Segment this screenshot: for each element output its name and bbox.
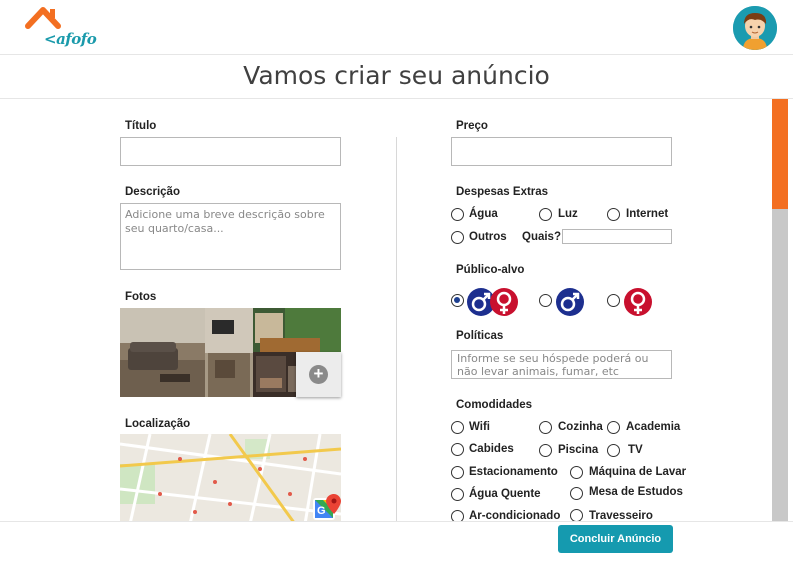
title-bar: Vamos criar seu anúncio <box>0 55 793 99</box>
male-icon <box>555 287 585 322</box>
politicas-label: Políticas <box>456 330 504 342</box>
concluir-anuncio-button[interactable]: Concluir Anúncio <box>558 525 673 553</box>
despesa-agua-radio[interactable] <box>451 208 464 221</box>
comodidade-academia-radio[interactable] <box>607 421 620 434</box>
comodidade-agua-quente-radio[interactable] <box>451 488 464 501</box>
descricao-textarea[interactable]: Adicione uma breve descrição sobre seu q… <box>120 203 341 270</box>
page-title: Vamos criar seu anúncio <box>243 61 550 90</box>
location-map[interactable]: G <box>120 434 341 521</box>
comodidade-maquina-label: Máquina de Lavar <box>589 466 687 478</box>
comodidade-piscina-label: Piscina <box>558 444 599 456</box>
comodidade-cozinha-label: Cozinha <box>558 421 603 433</box>
comodidades-label: Comodidades <box>456 399 533 411</box>
column-divider <box>396 137 397 521</box>
scrollbar-thumb[interactable] <box>772 99 788 209</box>
despesa-outros-radio[interactable] <box>451 231 464 244</box>
preco-input[interactable] <box>451 137 672 166</box>
user-avatar[interactable] <box>733 6 777 50</box>
fotos-label: Fotos <box>125 291 157 303</box>
comodidade-agua-quente-label: Água Quente <box>469 488 541 500</box>
comodidade-cozinha-radio[interactable] <box>539 421 552 434</box>
preco-label: Preço <box>456 120 488 132</box>
comodidade-tv-radio[interactable] <box>607 444 620 457</box>
male-female-icon <box>466 287 520 322</box>
footer-bar: Concluir Anúncio <box>0 521 793 565</box>
scrollbar[interactable] <box>772 99 788 521</box>
comodidade-maquina-radio[interactable] <box>570 466 583 479</box>
comodidade-travesseiro-label: Travesseiro <box>589 510 653 521</box>
comodidade-cabides-radio[interactable] <box>451 443 464 456</box>
comodidade-cabides-label: Cabides <box>469 443 514 455</box>
comodidade-tv-label: TV <box>628 444 643 456</box>
despesa-internet-label: Internet <box>626 208 669 220</box>
comodidade-travesseiro-radio[interactable] <box>570 509 583 521</box>
comodidade-mesa-radio[interactable] <box>570 487 583 500</box>
descricao-label: Descrição <box>125 186 180 198</box>
comodidade-academia-label: Academia <box>626 421 681 433</box>
comodidade-piscina-radio[interactable] <box>539 444 552 457</box>
politicas-textarea[interactable]: Informe se seu hóspede poderá ou não lev… <box>451 350 672 379</box>
despesa-agua-label: Água <box>469 208 498 220</box>
cafofo-logo[interactable]: <afofo <box>20 4 97 50</box>
despesa-outros-label: Outros <box>469 231 507 243</box>
svg-text:G: G <box>317 505 326 517</box>
comodidade-ar-label: Ar-condicionado <box>469 510 561 521</box>
comodidade-wifi-label: Wifi <box>469 421 490 433</box>
publico-label: Público-alvo <box>456 264 525 276</box>
logo-text: <afofo <box>44 30 97 48</box>
female-icon <box>623 287 653 322</box>
publico-feminino-radio[interactable] <box>607 294 620 307</box>
top-bar: <afofo <box>0 0 793 55</box>
avatar-icon <box>733 6 777 50</box>
titulo-label: Título <box>125 120 157 132</box>
form-content: Título Descrição Adicione uma breve desc… <box>0 99 793 521</box>
titulo-input[interactable] <box>120 137 341 166</box>
comodidade-estacionamento-radio[interactable] <box>451 466 464 479</box>
comodidade-mesa-label: Mesa de Estudos <box>589 486 683 498</box>
comodidade-ar-radio[interactable] <box>451 510 464 521</box>
comodidade-estacionamento-label: Estacionamento <box>469 466 558 478</box>
map-image: G <box>120 434 341 521</box>
publico-masculino-radio[interactable] <box>539 294 552 307</box>
comodidade-wifi-radio[interactable] <box>451 421 464 434</box>
quais-label: Quais? <box>522 231 561 243</box>
add-photo-button[interactable]: + <box>296 352 341 397</box>
quais-input[interactable] <box>562 229 672 244</box>
despesa-internet-radio[interactable] <box>607 208 620 221</box>
localizacao-label: Localização <box>125 418 191 430</box>
despesas-label: Despesas Extras <box>456 186 549 198</box>
plus-icon: + <box>309 365 328 384</box>
despesa-luz-radio[interactable] <box>539 208 552 221</box>
despesa-luz-label: Luz <box>558 208 578 220</box>
publico-ambos-radio[interactable] <box>451 294 464 307</box>
